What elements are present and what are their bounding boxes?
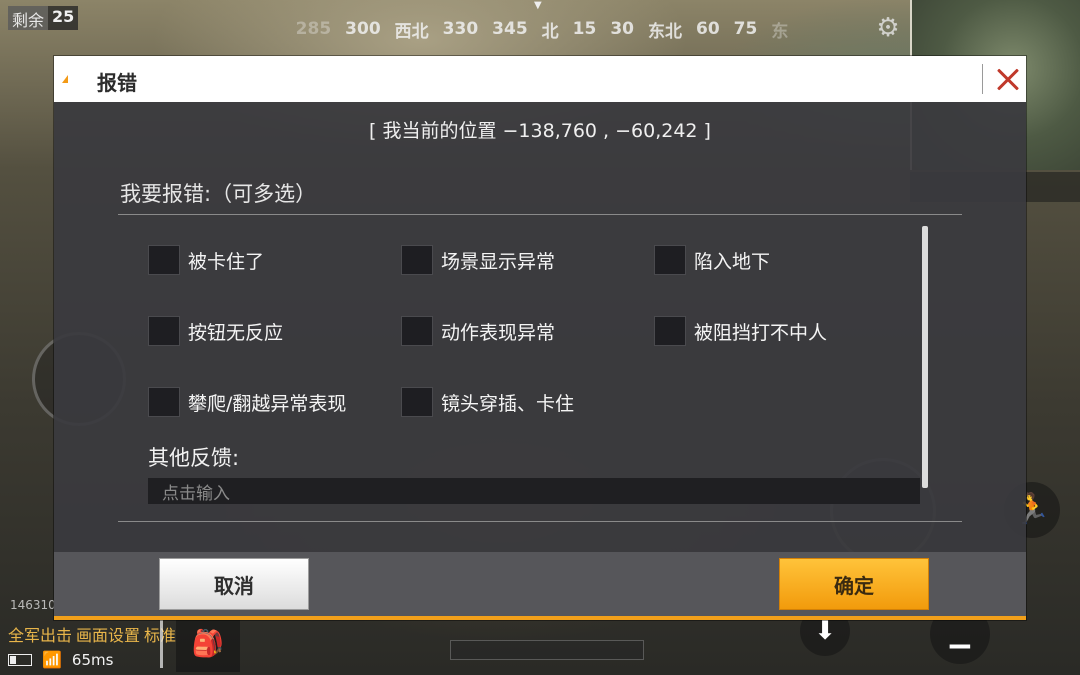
compass-tick: 北 xyxy=(541,21,559,42)
checkbox[interactable] xyxy=(401,316,433,346)
compass-tick: 东北 xyxy=(648,21,682,42)
option-label: 场景显示异常 xyxy=(441,250,556,273)
divider-top xyxy=(118,214,962,215)
checkbox[interactable] xyxy=(148,245,180,275)
checkbox[interactable] xyxy=(654,245,686,275)
gear-icon[interactable]: ⚙ xyxy=(874,14,902,42)
remaining-count: 25 xyxy=(48,6,79,30)
option-button-unresponsive[interactable]: 按钮无反应 xyxy=(148,315,283,347)
compass-tick: 345 xyxy=(492,19,528,39)
compass-tick: 300 xyxy=(345,19,381,39)
accent-underline xyxy=(54,616,1026,620)
dialog-title: 报错 xyxy=(97,71,137,95)
compass-tick: 330 xyxy=(442,19,479,39)
divider-bottom xyxy=(118,521,962,522)
option-animation[interactable]: 动作表现异常 xyxy=(401,315,555,347)
option-stuck[interactable]: 被卡住了 xyxy=(148,244,264,276)
compass-tick: 东 xyxy=(771,21,789,42)
compass-tick: 15 xyxy=(572,19,597,39)
checkbox[interactable] xyxy=(401,245,433,275)
current-location: [ 我当前的位置 −138,760 , −60,242 ] xyxy=(369,120,711,142)
link-all-out[interactable]: 全军出击 xyxy=(8,622,72,646)
option-underground[interactable]: 陷入地下 xyxy=(654,244,770,276)
close-icon[interactable] xyxy=(990,60,1024,98)
bottom-hud-bar xyxy=(450,640,644,660)
feedback-label: 其他反馈: xyxy=(148,446,240,470)
option-label: 攀爬/翻越异常表现 xyxy=(188,392,347,415)
options-scrollbar[interactable] xyxy=(922,226,928,488)
option-scene-display[interactable]: 场景显示异常 xyxy=(401,244,555,276)
checkbox[interactable] xyxy=(654,316,686,346)
option-camera[interactable]: 镜头穿插、卡住 xyxy=(401,386,574,418)
option-label: 被阻挡打不中人 xyxy=(694,321,828,344)
option-label: 被卡住了 xyxy=(188,250,265,273)
backpack-icon[interactable]: 🎒 xyxy=(176,616,240,672)
wifi-icon: 📶 xyxy=(42,650,62,669)
compass-marker-icon: ▼ xyxy=(534,0,542,11)
option-blocked-hit[interactable]: 被阻挡打不中人 xyxy=(654,315,827,347)
battery-icon xyxy=(8,653,32,666)
option-label: 按钮无反应 xyxy=(188,321,284,344)
compass-tick: 30 xyxy=(610,19,634,39)
compass-bar: 285 300 西北 330 345 北 15 30 东北 60 75 东 xyxy=(262,14,822,44)
header-divider xyxy=(982,64,983,94)
option-label: 陷入地下 xyxy=(694,250,771,273)
players-remaining: 剩余 25 xyxy=(8,6,79,30)
checkbox[interactable] xyxy=(148,316,180,346)
triangle-icon xyxy=(62,75,68,83)
remaining-label: 剩余 xyxy=(8,6,49,30)
feedback-input[interactable] xyxy=(148,478,920,504)
cancel-button[interactable]: 取消 xyxy=(159,558,309,610)
compass-tick: 75 xyxy=(733,19,758,39)
ping-value: 65ms xyxy=(71,650,114,669)
status-line: 📶 65ms xyxy=(8,650,113,669)
dialog-header: 报错 xyxy=(54,56,1026,102)
link-graphics-settings[interactable]: 画面设置 xyxy=(76,622,140,646)
compass-tick: 60 xyxy=(696,19,720,39)
report-dialog: 报错 [ 我当前的位置 −138,760 , −60,242 ] 我要报错:（可… xyxy=(54,56,1026,620)
checkbox[interactable] xyxy=(401,387,433,417)
option-label: 镜头穿插、卡住 xyxy=(441,392,575,415)
compass-tick: 285 xyxy=(295,19,332,39)
hud-links: 全军出击 画面设置 标准 xyxy=(8,622,176,646)
hud-divider xyxy=(160,620,163,668)
compass-tick: 西北 xyxy=(394,21,429,42)
checkbox[interactable] xyxy=(148,387,180,417)
option-label: 动作表现异常 xyxy=(441,321,556,344)
confirm-button[interactable]: 确定 xyxy=(779,558,929,610)
select-title: 我要报错:（可多选） xyxy=(120,182,317,206)
option-climb[interactable]: 攀爬/翻越异常表现 xyxy=(148,386,346,418)
